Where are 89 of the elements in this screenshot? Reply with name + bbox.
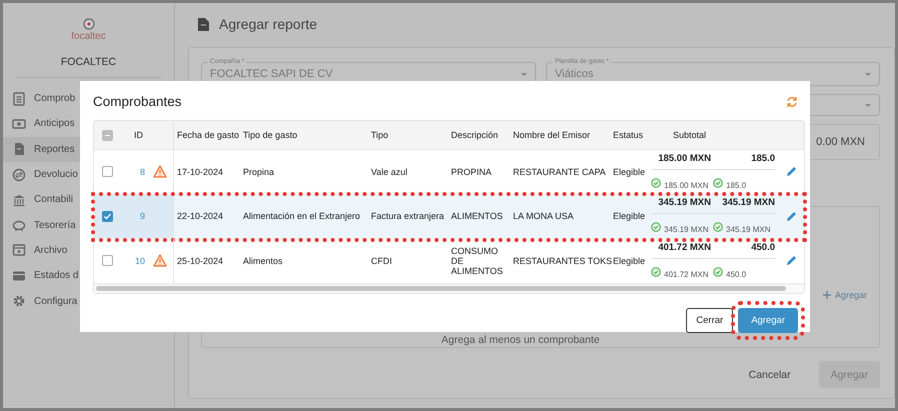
- gear-icon: [12, 294, 26, 308]
- table-cell: Alimentos: [243, 256, 283, 266]
- table-row[interactable]: 9 22-10-2024 Alimentación en el Extranjero Factura extranjera ALIMENTOS LA MONA USA Elegible 345.19 MXN 345.19 MXN 345.19 MXN 345.19 MXN: [94, 194, 804, 239]
- check-circle-icon: [713, 178, 723, 188]
- table-cell: Factura extranjera: [371, 211, 444, 222]
- sidebar-item[interactable]: Archivo: [3, 238, 80, 264]
- edit-icon[interactable]: [786, 210, 796, 222]
- select-all-checkbox[interactable]: [102, 130, 113, 140]
- table-cell: Elegible: [613, 211, 646, 222]
- edit-icon[interactable]: [786, 255, 796, 266]
- sidebar-item[interactable]: Contabili: [3, 187, 80, 212]
- table-cell: RESTAURANTE CAPA: [513, 166, 606, 177]
- column-header: Nombre del Emisor: [513, 130, 590, 140]
- table-cell: Propina: [243, 166, 274, 177]
- table-cell: RESTAURANTES TOKS: [513, 256, 612, 266]
- row-checkbox[interactable]: [102, 166, 113, 178]
- table-cell: Alimentación en el Extranjero: [243, 211, 360, 222]
- sidebar-item[interactable]: Configura: [3, 288, 80, 314]
- check-circle-icon: [713, 222, 723, 232]
- amount-text: 185.0: [713, 152, 775, 170]
- table-cell: Elegible: [613, 166, 646, 177]
- column-header: Descripción: [451, 130, 498, 140]
- amount-text: 345.19 MXN: [651, 197, 711, 214]
- company-name: FOCALTEC: [60, 56, 116, 68]
- amount-text: 450.0: [713, 242, 775, 259]
- check-circle-icon: [713, 266, 723, 277]
- scrollbar[interactable]: [96, 286, 786, 291]
- cancel-button[interactable]: Cancelar: [736, 361, 803, 388]
- table-cell: 22-10-2024: [177, 211, 224, 222]
- amount-text: 185.00 MXN: [651, 152, 711, 170]
- verified-amount: 345.19 MXN: [651, 214, 711, 236]
- refresh-icon[interactable]: [786, 96, 798, 108]
- document-icon: [198, 18, 209, 30]
- cash-icon: [12, 116, 26, 131]
- sidebar-item[interactable]: Devolucio: [3, 162, 80, 188]
- verified-amount: 345.19 MXN: [713, 214, 775, 236]
- swap-icon: [12, 168, 26, 182]
- row-checkbox[interactable]: [102, 210, 113, 222]
- sidebar-item[interactable]: Reportes: [3, 136, 80, 162]
- sidebar-item[interactable]: Comprob: [3, 86, 80, 112]
- wallet-icon: [12, 268, 26, 283]
- table-cell: 17-10-2024: [177, 166, 224, 177]
- brand-name: focaltec: [71, 31, 106, 42]
- table-cell: LA MONA USA: [513, 211, 574, 222]
- field-value: Viáticos: [555, 68, 594, 80]
- column-header: Fecha de gasto: [177, 130, 240, 140]
- sidebar-item[interactable]: Tesorería: [3, 212, 80, 238]
- table-cell: PROPINA: [451, 166, 492, 177]
- logo-icon: [82, 18, 94, 30]
- bank-icon: [12, 192, 26, 207]
- table-cell: ALIMENTOS: [451, 211, 503, 222]
- column-header: Tipo: [371, 130, 388, 140]
- verified-amount: 401.72 MXN: [651, 258, 711, 280]
- page-title: Agregar reporte: [219, 16, 318, 32]
- check-circle-icon: [651, 266, 661, 277]
- table-cell: Vale azul: [371, 166, 408, 177]
- id-link[interactable]: 10: [134, 256, 145, 266]
- column-header: Estatus: [613, 130, 644, 140]
- id-link[interactable]: 9: [140, 211, 145, 222]
- total-amount: 0.00 MXN: [816, 136, 865, 148]
- check-circle-icon: [651, 222, 661, 232]
- verified-amount: 450.0: [713, 258, 775, 280]
- column-header: ID: [134, 130, 143, 140]
- sidebar-item[interactable]: Estados d: [3, 263, 80, 288]
- id-link[interactable]: 8: [140, 166, 145, 177]
- box-icon: [12, 243, 26, 258]
- field-value: FOCALTEC SAPI DE CV: [210, 68, 333, 80]
- dialog-title: Comprobantes: [93, 94, 182, 109]
- list-icon: [12, 92, 26, 106]
- empty-message: Agrega al menos un comprobante: [441, 334, 600, 346]
- column-header: Subtotal: [672, 130, 706, 140]
- table-cell: Elegible: [613, 256, 646, 266]
- table-cell: 25-10-2024: [177, 256, 224, 266]
- plus-icon: [822, 291, 831, 299]
- amount-text: 401.72 MXN: [651, 242, 711, 259]
- check-icon: [103, 212, 112, 221]
- table-cell-text: CONSUMO DE ALIMENTOS: [451, 246, 504, 276]
- close-button[interactable]: Cerrar: [686, 308, 734, 332]
- amount-text: 345.19 MXN: [713, 197, 775, 214]
- edit-icon[interactable]: [786, 166, 796, 178]
- sidebar-item[interactable]: Anticipos: [3, 111, 80, 137]
- row-checkbox[interactable]: [102, 255, 113, 266]
- verified-amount: 185.00 MXN: [651, 170, 711, 191]
- table-cell: CFDI: [371, 256, 392, 266]
- doc-icon: [12, 142, 26, 156]
- add-button[interactable]: Agregar: [738, 308, 798, 332]
- verified-amount: 185.0: [713, 170, 775, 191]
- check-circle-icon: [651, 178, 661, 188]
- column-header: Tipo de gasto: [243, 130, 298, 140]
